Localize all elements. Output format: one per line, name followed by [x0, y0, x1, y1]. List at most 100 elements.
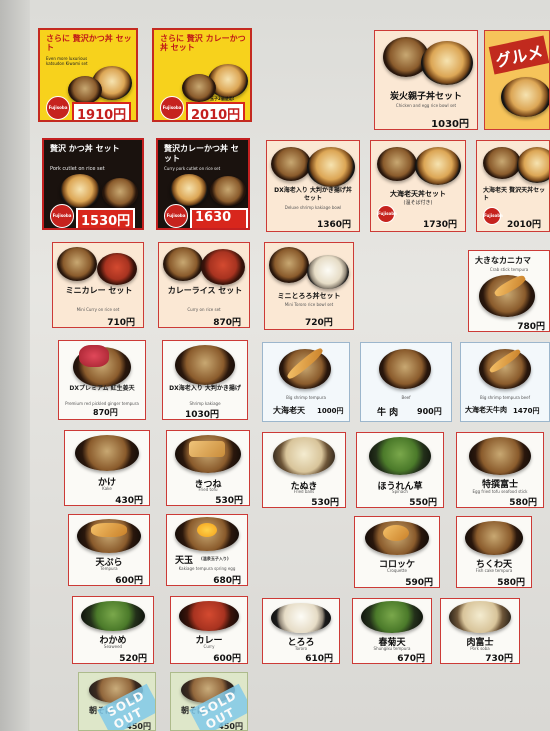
menu-item-mini-curry-set[interactable]: ミニカレー セット Mini Curry on rice set 710円 [52, 242, 144, 328]
menu-item-dx-kakiage-set[interactable]: DX海老入り 大判かき揚げ丼セット Deluxe shrimp kakiage … [266, 140, 360, 232]
screen-bezel [0, 0, 30, 731]
menu-item-morning-soba-1[interactable]: 朝そば 450円 SOLD OUT [78, 672, 156, 731]
menu-item-kake[interactable]: かけ Kake 430円 [64, 430, 150, 506]
item-subtitle: Shrimp kakiage [189, 401, 221, 406]
menu-item-croquette[interactable]: コロッケ Croquette 590円 [354, 516, 440, 588]
dish-image [179, 601, 239, 631]
item-subtitle: Big shrimp tempura [286, 395, 326, 400]
brand-logo: Fujisoba [160, 96, 184, 120]
item-tag: (温泉玉子入り) [201, 556, 229, 561]
dish-image [273, 437, 335, 475]
menu-item-kitsune[interactable]: きつね Fried tofu 530円 [166, 430, 250, 506]
item-price: 730円 [485, 654, 513, 664]
menu-item-niku-fuji[interactable]: 肉富士 Pork soba 730円 [440, 598, 520, 664]
item-subtitle: Fish cake tempura [475, 568, 513, 573]
item-subtitle: Croquette [387, 568, 407, 573]
item-subtitle: Tempura [100, 566, 118, 571]
menu-item-oyakodon-set[interactable]: 炭火親子丼セット Chicken and egg rice bowl set 1… [374, 30, 478, 130]
item-price: 1030円 [431, 119, 469, 130]
dish-image [369, 437, 431, 475]
menu-item-mini-tororo-set[interactable]: ミニとろろ丼セット Mini Tororo rice bowl set 720円 [264, 242, 354, 330]
item-name: さらに 贅沢 カレーかつ丼 セット [160, 34, 246, 52]
dish-image [175, 345, 235, 385]
menu-item-chikuwa-tempura[interactable]: ちくわ天 Fish cake tempura 580円 [456, 516, 532, 588]
menu-item-ebi-zeitaku-tendon-set[interactable]: 大海老天 贅沢天丼セット Fujisoba 2010円 [476, 140, 550, 232]
item-name: 贅沢 かつ丼 セット [50, 144, 120, 153]
menu-item-big-shrimp-tempura-beef[interactable]: Big shrimp tempura beef 大海老天牛肉 1470円 [460, 342, 550, 422]
item-name: DXプレミアム 紅生姜天 [69, 385, 135, 392]
item-name: DX海老入り 大判かき揚げ丼セット [274, 187, 352, 202]
item-price: 1470円 [513, 407, 540, 415]
item-price: 1530円 [76, 208, 136, 228]
menu-item-curry[interactable]: カレー Curry 600円 [170, 596, 248, 664]
dish-image [75, 435, 139, 471]
dish-image [269, 247, 309, 283]
menu-item-tempura[interactable]: 天ぷら Tempura 600円 [68, 514, 150, 586]
brand-logo: Fujisoba [483, 207, 503, 225]
item-price: 600円 [213, 654, 241, 664]
item-subtitle: Fried tofu [198, 487, 218, 492]
item-subtitle: Chicken and egg rice bowl set [395, 103, 457, 108]
menu-item-tororo[interactable]: とろろ Tororo 610円 [262, 598, 340, 664]
dish-image [210, 176, 246, 206]
item-price: 680円 [213, 576, 241, 586]
item-subtitle: Seaweed [103, 644, 123, 649]
tempura-topping [91, 523, 127, 537]
item-price: 1000円 [317, 407, 344, 415]
menu-item-wakame[interactable]: わかめ Seaweed 520円 [72, 596, 154, 664]
menu-item-beef[interactable]: Beef 牛 肉 900円 [360, 342, 452, 422]
menu-item-spinach[interactable]: ほうれん草 Spinach 550円 [356, 432, 444, 508]
menu-item-curry-katsudon-set[interactable]: 贅沢カレーかつ丼 セット Curry pork cutlet on rice s… [156, 138, 250, 230]
banner-label: グルメ [488, 35, 549, 75]
menu-item-shungiku-tempura[interactable]: 春菊天 Shungiku tempura 670円 [352, 598, 432, 664]
item-price: 520円 [119, 654, 147, 664]
menu-item-dx-kakiage[interactable]: DX海老入り 大判かき揚げ Shrimp kakiage 1030円 [162, 340, 248, 420]
item-subtitle: Crab stick tempura [489, 267, 529, 272]
item-price: 2010円 [507, 220, 542, 230]
menu-item-crab-stick-tempura[interactable]: 大きなカニカマ Crab stick tempura 780円 [468, 250, 550, 332]
menu-item-curry-rice-set[interactable]: カレーライス セット Curry on rice set 870円 [158, 242, 250, 328]
menu-item-katsudon-set[interactable]: 贅沢 かつ丼 セット Pork cutlet on rice set Fujis… [42, 138, 144, 230]
item-price: 580円 [509, 498, 537, 508]
dish-image [170, 174, 208, 206]
dish-image [377, 147, 417, 181]
item-name: ミニとろろ丼セット [277, 292, 341, 300]
menu-item-curry-katsudon-kiwami-set[interactable]: さらに 贅沢 カレーかつ丼 セット 玉子2個使用! Fujisoba 2010円 [152, 28, 252, 122]
item-name: さらに 贅沢かつ丼 セット [46, 34, 132, 52]
item-name: ミニカレー セット [65, 286, 133, 295]
item-name: 大きなカニカマ [475, 256, 531, 265]
dish-image [421, 41, 473, 85]
brand-logo: Fujisoba [46, 96, 70, 120]
menu-item-tentama[interactable]: 天玉 (温泉玉子入り) Kakiage tempura spring egg 6… [166, 514, 248, 586]
brand-logo: Fujisoba [50, 204, 74, 228]
dish-image [501, 77, 549, 117]
dish-image [307, 147, 355, 187]
tofu-topping [189, 441, 225, 457]
dish-image [102, 178, 138, 208]
dish-image [307, 255, 349, 289]
item-subtitle: Kake [102, 486, 112, 491]
item-subtitle: Deluxe shrimp kakiage bowl [284, 205, 342, 210]
menu-item-katsudon-kiwami-set[interactable]: さらに 贅沢かつ丼 セット Even more luxurious katsud… [38, 28, 138, 122]
dish-image [271, 603, 331, 633]
menu-item-gourmet-banner[interactable]: グルメ [484, 30, 550, 130]
item-subtitle: Beef [401, 395, 411, 400]
brand-logo: Fujisoba [164, 204, 188, 228]
dish-image [271, 147, 311, 181]
dish-image [449, 601, 511, 633]
menu-item-morning-soba-2[interactable]: 朝そば・ 450円 SOLD OUT [170, 672, 248, 731]
item-subtitle: Pork cutlet on rice set [50, 166, 105, 172]
item-price: 870円 [93, 408, 118, 417]
item-name: カレーライス セット [167, 286, 243, 295]
dish-image [483, 147, 521, 179]
menu-item-tokusen-fuji[interactable]: 特撰富士 Egg fried tofu seafood stick 580円 [456, 432, 544, 508]
croquette-topping [383, 525, 409, 541]
item-subtitle: Mini Tororo rice bowl set [284, 302, 334, 307]
menu-item-big-shrimp-tempura[interactable]: Big shrimp tempura 大海老天 1000円 [262, 342, 350, 422]
item-subtitle: Mini Curry on rice set [76, 307, 120, 312]
item-price: 1360円 [316, 220, 351, 230]
menu-item-dx-red-ginger-tempura[interactable]: DXプレミアム 紅生姜天 Premium red pickled ginger … [58, 340, 146, 420]
menu-item-ebi-tendon-set[interactable]: 大海老天丼セット (温そば付き) Fujisoba 1730円 [370, 140, 466, 232]
menu-item-tanuki[interactable]: たぬき Fried balls 530円 [262, 432, 346, 508]
dish-image [517, 147, 549, 183]
